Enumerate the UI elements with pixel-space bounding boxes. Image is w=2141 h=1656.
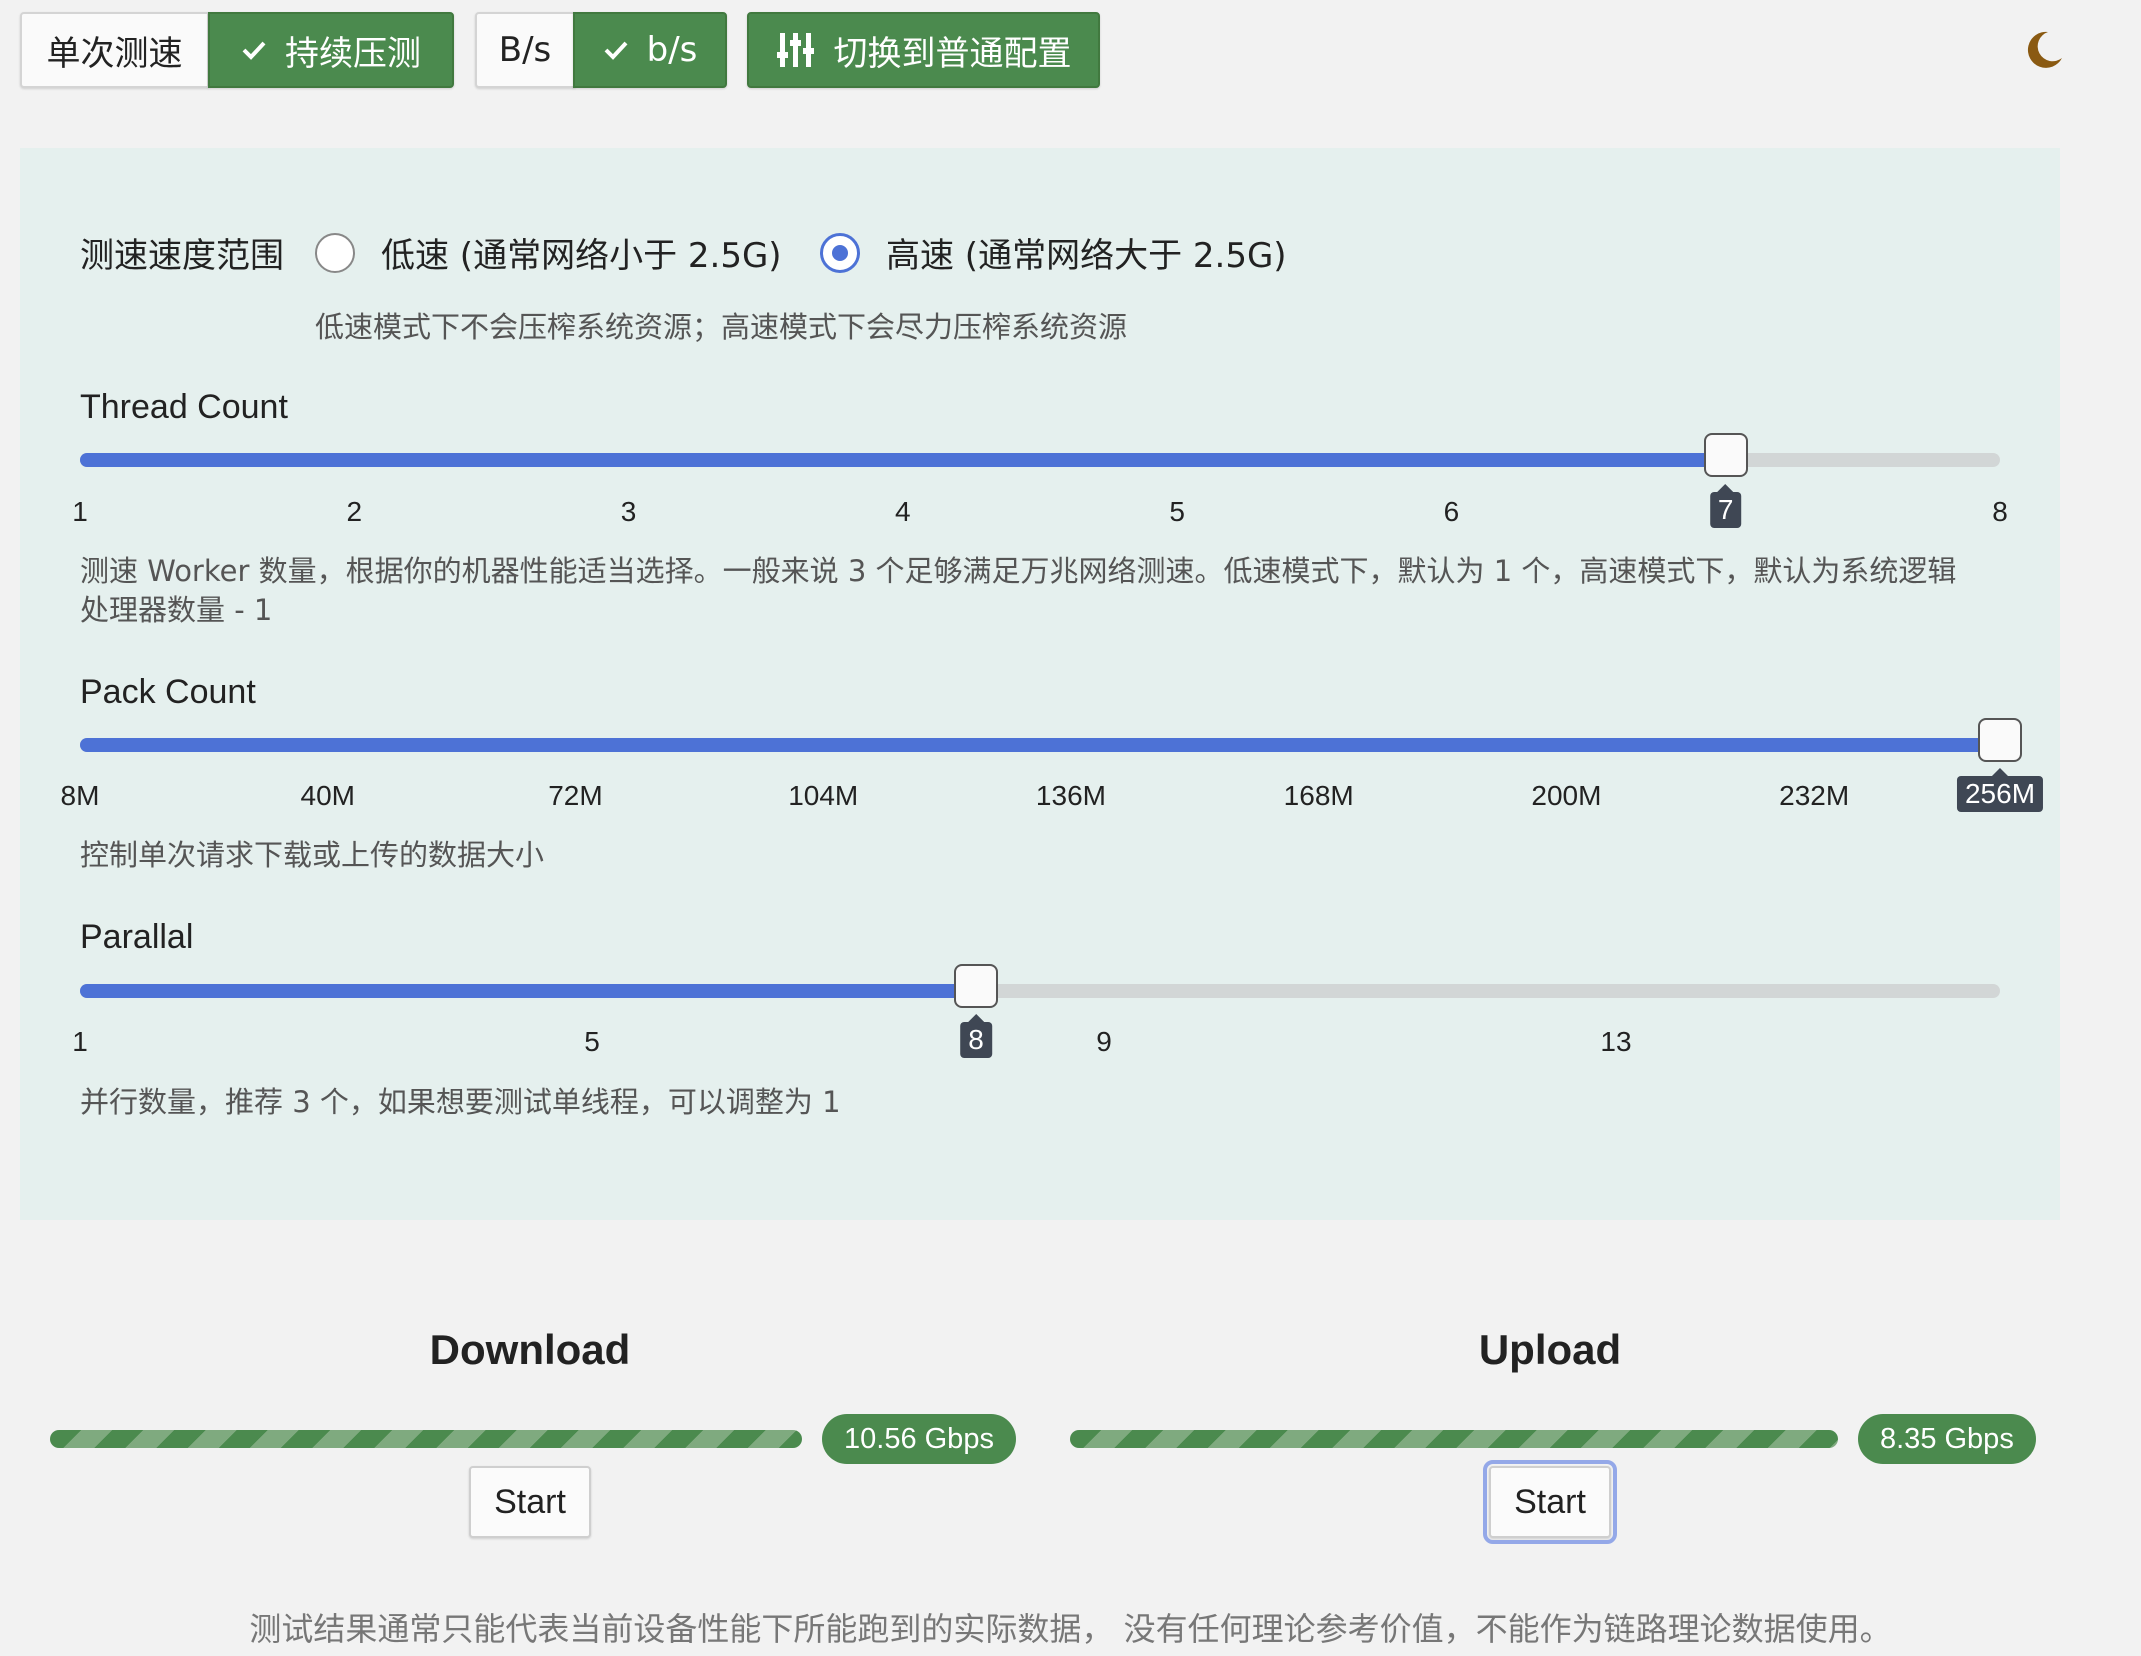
config-panel: 测速速度范围 低速 (通常网络小于 2.5G) 高速 (通常网络大于 2.5G)… <box>20 148 2060 1220</box>
low-speed-radio[interactable]: 低速 (通常网络小于 2.5G) <box>315 228 782 277</box>
slider-tick: 8M <box>60 780 100 811</box>
thread-count-ticks: 1 2 3 4 5 6 7 8 <box>72 484 2008 536</box>
unit-bytes-button[interactable]: B/s <box>475 12 575 88</box>
slider-tick: 2 <box>346 496 363 527</box>
upload-progress-bar <box>1070 1430 1838 1448</box>
thread-count-fill <box>80 453 1726 467</box>
thread-count-hint-1: 测速 Worker 数量，根据你的机器性能适当选择。一般来说 3 个足够满足万兆… <box>80 554 1957 588</box>
high-speed-radio[interactable]: 高速 (通常网络大于 2.5G) <box>820 228 1287 277</box>
switch-config-button[interactable]: 切换到普通配置 <box>747 12 1100 88</box>
check-icon <box>241 37 267 63</box>
slider-tick: 256M <box>1956 768 2044 812</box>
continuous-test-label: 持续压测 <box>285 33 421 74</box>
slider-tick: 104M <box>788 780 859 811</box>
parallal-fill <box>80 984 976 998</box>
slider-tick: 40M <box>300 780 355 811</box>
slider-tick: 7 <box>1709 484 1742 528</box>
high-speed-label: 高速 (通常网络大于 2.5G) <box>886 236 1287 276</box>
slider-tick: 6 <box>1443 496 1460 527</box>
slider-tick: 232M <box>1779 780 1850 811</box>
moon-icon[interactable] <box>2022 28 2066 77</box>
parallal-title: Parallal <box>80 918 194 956</box>
high-speed-radio-circle[interactable] <box>820 232 860 273</box>
slider-tick: 8 <box>960 1014 992 1058</box>
unit-bits-button[interactable]: b/s <box>573 12 727 88</box>
upload-title: Upload <box>1478 1326 1622 1373</box>
upload-start-button[interactable]: Start <box>1483 1460 1617 1544</box>
footer-disclaimer: 测试结果通常只能代表当前设备性能下所能跑到的实际数据， 没有任何理论参考价值，不… <box>249 1610 1892 1648</box>
low-speed-radio-circle[interactable] <box>315 232 355 273</box>
unit-bytes-label: B/s <box>498 30 552 70</box>
thread-count-slider[interactable] <box>80 433 2000 477</box>
single-test-button[interactable]: 单次测速 <box>20 12 209 88</box>
pack-count-ticks: 8M 40M 72M 104M 136M 168M 200M 232M 256M <box>61 768 2044 820</box>
pack-count-slider[interactable] <box>80 718 2022 762</box>
pack-count-thumb[interactable] <box>1978 718 2022 762</box>
slider-tick: 5 <box>584 1026 600 1057</box>
slider-tick: 1 <box>72 1026 88 1057</box>
slider-tick: 13 <box>1600 1026 1632 1057</box>
slider-tick: 1 <box>72 496 88 527</box>
slider-tick: 168M <box>1283 780 1354 811</box>
thread-count-hint-2: 处理器数量 - 1 <box>80 593 273 627</box>
slider-tick: 5 <box>1169 496 1185 527</box>
low-speed-label: 低速 (通常网络小于 2.5G) <box>381 236 782 276</box>
continuous-test-button[interactable]: 持续压测 <box>208 12 454 88</box>
check-icon <box>603 37 629 63</box>
pack-count-hint: 控制单次请求下载或上传的数据大小 <box>80 838 545 872</box>
thread-count-title: Thread Count <box>80 388 288 426</box>
slider-tick: 9 <box>1096 1026 1112 1057</box>
speed-range-hint: 低速模式下不会压榨系统资源；高速模式下会尽力压榨系统资源 <box>315 310 1128 344</box>
pack-count-fill <box>80 738 2000 752</box>
slider-tick: 3 <box>620 496 637 527</box>
pack-count-title: Pack Count <box>80 673 256 711</box>
upload-speed-badge: 8.35 Gbps <box>1858 1414 2036 1464</box>
slider-tick: 136M <box>1035 780 1106 811</box>
switch-config-label: 切换到普通配置 <box>833 33 1072 74</box>
parallal-hint: 并行数量，推荐 3 个，如果想要测试单线程，可以调整为 1 <box>80 1085 841 1119</box>
unit-bits-label: b/s <box>646 30 698 70</box>
download-progress-bar <box>50 1430 802 1448</box>
download-start-button[interactable]: Start <box>469 1466 591 1538</box>
toolbar: 单次测速 持续压测 B/s b/s 切换到普通配置 <box>20 12 2120 88</box>
download-title: Download <box>429 1326 631 1373</box>
sliders-icon <box>776 30 816 70</box>
speed-range-label: 测速速度范围 <box>80 236 284 276</box>
parallal-slider[interactable] <box>80 964 2000 1008</box>
single-test-label: 单次测速 <box>46 33 183 74</box>
parallal-thumb[interactable] <box>954 964 998 1008</box>
parallal-ticks: 1 5 8 9 13 <box>72 1014 2000 1066</box>
thread-count-thumb[interactable] <box>1703 433 1748 477</box>
slider-tick: 200M <box>1531 780 1602 811</box>
slider-tick: 72M <box>548 780 603 811</box>
download-speed-badge: 10.56 Gbps <box>822 1414 1016 1464</box>
slider-tick: 4 <box>895 496 911 527</box>
slider-tick: 8 <box>1992 496 2008 527</box>
